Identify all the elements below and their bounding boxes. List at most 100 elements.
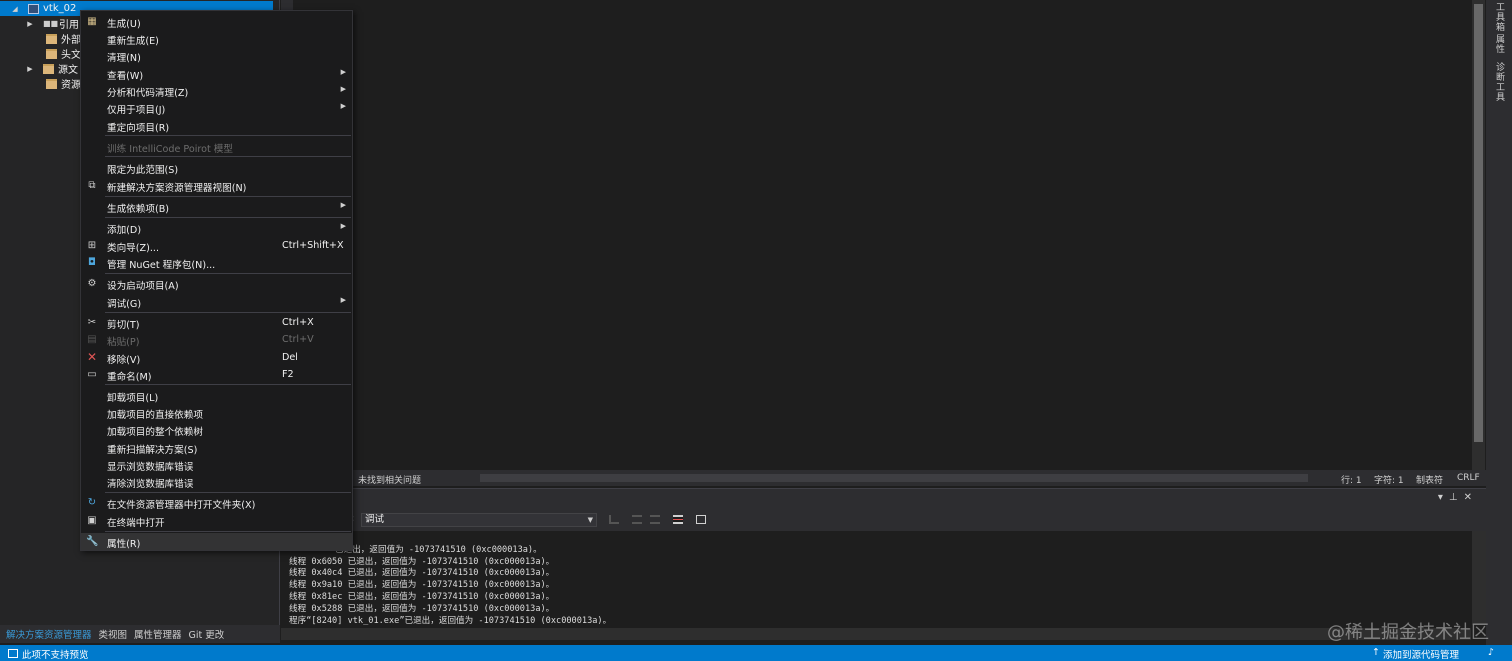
editor-horizontal-scrollbar[interactable]	[480, 474, 1308, 482]
class-wizard-icon: ⊞	[87, 240, 97, 251]
scrollbar-thumb[interactable]	[1474, 4, 1483, 442]
tab-class-view[interactable]: 类视图	[99, 627, 128, 641]
menu-separator	[105, 384, 351, 385]
project-name: vtk_02	[43, 3, 77, 14]
menu-item-new-view[interactable]: ⧉ 新建解决方案资源管理器视图(N)	[81, 177, 352, 194]
menu-item-open-terminal[interactable]: ▣ 在终端中打开	[81, 512, 352, 529]
menu-item-load-direct-deps[interactable]: 加载项目的直接依赖项	[81, 404, 352, 421]
paste-icon: ▤	[87, 334, 97, 345]
status-bar: 此项不支持预览 ↑ 添加到源代码管理 ♪	[0, 645, 1512, 661]
menu-item-unload[interactable]: 卸载项目(L)	[81, 387, 352, 404]
output-vertical-scrollbar[interactable]	[1472, 531, 1486, 625]
tree-node-label: 头文	[61, 50, 81, 61]
source-control-arrow-icon[interactable]: ↑	[1372, 647, 1380, 658]
menu-item-properties[interactable]: 🔧 属性(R)	[81, 533, 352, 550]
issues-text[interactable]: 未找到相关问题	[358, 473, 421, 486]
chevron-down-icon: ▼	[587, 516, 593, 524]
remove-icon: ✕	[86, 350, 98, 364]
references-icon: ■■	[43, 18, 59, 28]
output-line: 程序“[8240] vtk_01.exe”已退出，返回值为 -107374151…	[289, 615, 612, 626]
menu-item-paste: ▤ 粘贴(P) Ctrl+V	[87, 334, 314, 348]
menu-item-analyze[interactable]: 分析和代码清理(Z) ▶	[81, 82, 352, 99]
menu-item-nuget[interactable]: ◘ 管理 NuGet 程序包(N)...	[81, 254, 352, 271]
go-to-message-icon[interactable]	[650, 515, 660, 524]
submenu-arrow-icon: ▶	[340, 68, 346, 76]
folder-icon	[43, 63, 54, 74]
menu-item-rebuild[interactable]: 重新生成(E)	[81, 30, 352, 47]
open-folder-icon: ↻	[87, 497, 97, 508]
dropdown-icon[interactable]: ▾	[1438, 492, 1449, 503]
scissors-icon: ✂	[87, 317, 97, 328]
rename-icon: ▭	[87, 369, 97, 380]
menu-item-open-in-explorer[interactable]: ↻ 在文件资源管理器中打开文件夹(X)	[81, 494, 352, 511]
add-to-source-control-button[interactable]: 添加到源代码管理	[1383, 647, 1459, 661]
output-line: 线程 0x5288 已退出，返回值为 -1073741510 (0xc00001…	[289, 603, 555, 614]
eol-indicator[interactable]: CRLF	[1457, 473, 1480, 483]
tree-node-label: 引用	[59, 20, 79, 31]
menu-item-set-startup[interactable]: ⚙ 设为启动项目(A)	[81, 275, 352, 292]
tab-toolbox[interactable]: 工具箱	[1493, 2, 1506, 32]
solution-explorer-tabs: 解决方案资源管理器 类视图 属性管理器 Git 更改	[0, 625, 280, 643]
submenu-arrow-icon: ▶	[340, 201, 346, 209]
word-wrap-icon[interactable]	[696, 515, 706, 524]
output-horizontal-scrollbar[interactable]	[281, 628, 1471, 640]
build-icon: ▦	[87, 16, 97, 27]
menu-item-rescan[interactable]: 重新扫描解决方案(S)	[81, 439, 352, 456]
menu-item-load-dep-tree[interactable]: 加载项目的整个依赖树	[81, 421, 352, 438]
menu-item-rename[interactable]: ▭ 重命名(M) F2	[81, 366, 352, 383]
terminal-icon: ▣	[87, 515, 97, 526]
editor-vertical-scrollbar[interactable]	[1472, 0, 1485, 470]
menu-item-build[interactable]: ▦ 生成(U)	[81, 13, 352, 30]
context-menu: ▦ 生成(U) 重新生成(E) 清理(N) 查看(W) ▶ 分析和代码清理(Z) ▶…	[80, 10, 353, 551]
submenu-arrow-icon: ▶	[340, 222, 346, 230]
editor-area[interactable]	[281, 0, 1472, 470]
menu-item-project-only[interactable]: 仅用于项目(J) ▶	[81, 99, 352, 116]
right-tool-strip: 工具箱 属性 诊断工具	[1486, 0, 1512, 645]
menu-item-clean[interactable]: 清理(N)	[81, 47, 352, 64]
tab-property-manager[interactable]: 属性管理器	[134, 627, 182, 641]
menu-item-show-db-errors[interactable]: 显示浏览数据库错误	[81, 456, 352, 473]
menu-separator	[105, 217, 351, 218]
menu-item-build-dependencies[interactable]: 生成依赖项(B) ▶	[81, 198, 352, 215]
tab-properties[interactable]: 属性	[1493, 34, 1506, 54]
output-source-value: 调试	[365, 514, 385, 525]
menu-separator	[105, 312, 351, 313]
submenu-arrow-icon: ▶	[340, 85, 346, 93]
output-line: 线程 0x81ec 已退出，返回值为 -1073741510 (0xc00001…	[289, 591, 555, 602]
menu-item-remove[interactable]: ✕ 移除(V) Del	[81, 349, 352, 366]
output-line: 线程 0x40c4 已退出，返回值为 -1073741510 (0xc00001…	[289, 568, 555, 579]
output-line: 线程 0x6050 已退出，返回值为 -1073741510 (0xc00001…	[289, 556, 555, 567]
close-icon[interactable]: ✕	[1464, 492, 1478, 503]
menu-item-scope[interactable]: 限定为此范围(S)	[81, 159, 352, 176]
expand-arrow-icon[interactable]: ◢	[10, 5, 20, 13]
menu-item-debug[interactable]: 调试(G) ▶	[81, 293, 352, 310]
menu-item-intellicode: 训练 IntelliCode Poirot 模型	[107, 144, 233, 155]
menu-separator	[105, 492, 351, 493]
char-indicator: 字符: 1	[1374, 476, 1404, 486]
watermark: @稀土掘金技术社区	[1327, 622, 1489, 643]
menu-item-cut[interactable]: ✂ 剪切(T) Ctrl+X	[81, 314, 352, 331]
menu-item-clear-db-errors[interactable]: 清除浏览数据库错误	[81, 473, 352, 490]
collapse-arrow-icon[interactable]: ▶	[25, 20, 35, 28]
notification-bell-icon[interactable]: ♪	[1488, 647, 1494, 658]
tabs-indicator[interactable]: 制表符	[1416, 473, 1443, 486]
menu-item-view[interactable]: 查看(W) ▶	[81, 65, 352, 82]
tree-node-label: 源文	[58, 65, 78, 76]
collapse-arrow-icon[interactable]: ▶	[25, 65, 35, 73]
tree-node-label: 外部	[61, 35, 81, 46]
menu-separator	[105, 196, 351, 197]
clear-all-icon[interactable]	[673, 515, 683, 524]
find-next-icon[interactable]	[632, 515, 642, 524]
menu-item-retarget[interactable]: 重定向项目(R)	[81, 117, 352, 134]
menu-item-class-wizard[interactable]: ⊞ 类向导(Z)... Ctrl+Shift+X	[81, 237, 352, 254]
tab-git-changes[interactable]: Git 更改	[189, 627, 225, 641]
menu-item-add[interactable]: 添加(D) ▶	[81, 219, 352, 236]
tab-diagnostic-tools[interactable]: 诊断工具	[1493, 62, 1506, 102]
tab-solution-explorer[interactable]: 解决方案资源管理器	[6, 627, 92, 641]
status-icon	[8, 649, 18, 658]
output-source-select[interactable]: 调试 ▼	[361, 513, 597, 527]
find-prev-icon[interactable]	[609, 515, 619, 524]
gear-icon: ⚙	[87, 278, 97, 289]
new-view-icon: ⧉	[88, 180, 96, 191]
pin-icon[interactable]: ⊥	[1449, 492, 1464, 503]
